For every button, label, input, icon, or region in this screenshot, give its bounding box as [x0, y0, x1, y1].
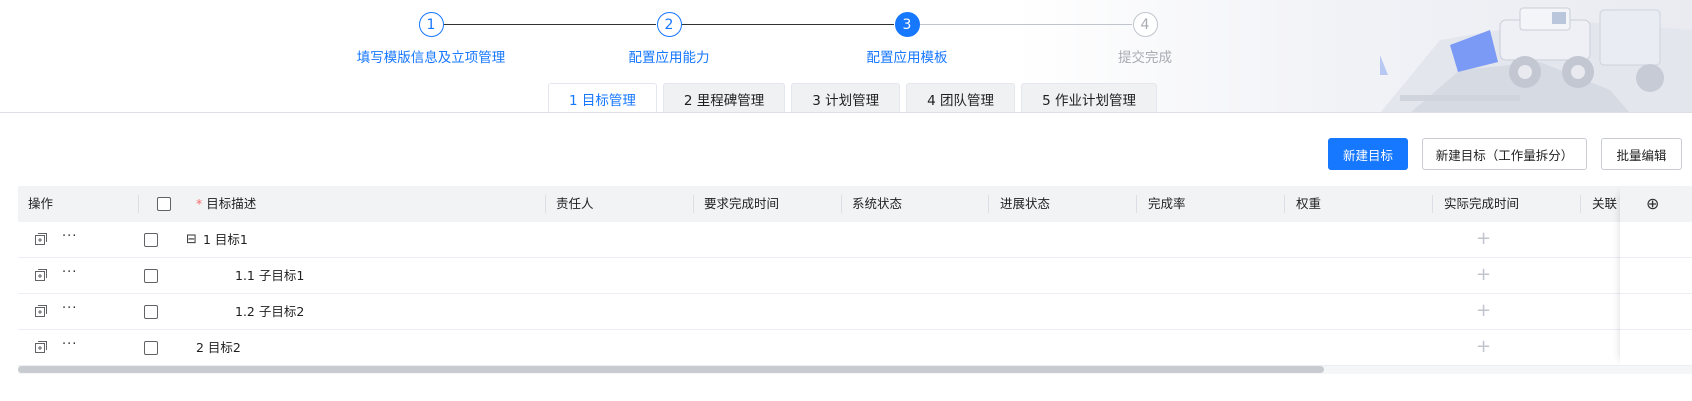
add-child-icon[interactable]: [34, 268, 48, 282]
header-desc-label: 目标描述: [206, 196, 257, 211]
column-divider: [545, 195, 546, 213]
horizontal-scrollbar-thumb[interactable]: [18, 366, 1324, 373]
row-checkbox[interactable]: [144, 269, 158, 283]
target-description: 1.1 子目标1: [235, 268, 305, 283]
add-related-icon[interactable]: +: [1476, 302, 1491, 320]
header-progress-status: 进展状态: [1000, 196, 1051, 211]
header-due: 要求完成时间: [704, 196, 780, 211]
target-description: 1.2 子目标2: [235, 304, 305, 319]
header-system-status: 系统状态: [852, 196, 903, 211]
step-4[interactable]: 4 提交完成: [1065, 12, 1225, 66]
target-description: 2 目标2: [196, 340, 241, 355]
more-actions-icon[interactable]: ···: [62, 338, 77, 352]
add-child-icon[interactable]: [34, 304, 48, 318]
table-header: 操作 * 目标描述 责任人 要求完成时间 系统状态 进展状态 完成率 权重 实际完…: [18, 186, 1692, 222]
more-actions-icon[interactable]: ···: [62, 266, 77, 280]
table-row: ··· 1.2 子目标2 +: [18, 294, 1692, 330]
add-child-icon[interactable]: [34, 232, 48, 246]
wizard-header: 1 填写模版信息及立项管理 2 配置应用能力 3 配置应用模板 4 提交完成 1…: [0, 0, 1692, 113]
tab-plan-management[interactable]: 3 计划管理: [791, 83, 901, 112]
tab-milestone-management[interactable]: 2 里程碑管理: [662, 83, 786, 112]
construction-vehicle-illustration: [1380, 7, 1692, 112]
step-1-title: 填写模版信息及立项管理: [356, 50, 506, 66]
batch-edit-button[interactable]: 批量编辑: [1601, 138, 1682, 170]
step-3[interactable]: 3 配置应用模板: [827, 12, 987, 66]
collapse-icon[interactable]: ⊟: [186, 222, 197, 258]
table-row: ··· 1.1 子目标1 +: [18, 258, 1692, 294]
tab-target-management[interactable]: 1 目标管理: [548, 83, 657, 112]
fixed-column-shadow: [1620, 186, 1692, 366]
select-all-checkbox[interactable]: [157, 197, 171, 211]
header-actual-finish: 实际完成时间: [1444, 196, 1520, 211]
step-4-title: 提交完成: [1118, 50, 1172, 66]
new-target-split-button[interactable]: 新建目标（工作量拆分）: [1422, 138, 1587, 170]
header-completion: 完成率: [1148, 196, 1186, 211]
tab-work-plan-management[interactable]: 5 作业计划管理: [1021, 83, 1157, 112]
column-divider: [138, 195, 139, 213]
row-checkbox[interactable]: [144, 305, 158, 319]
add-related-icon[interactable]: +: [1476, 266, 1491, 284]
step-3-title: 配置应用模板: [866, 50, 948, 66]
header-desc: * 目标描述: [196, 186, 256, 222]
header-ops: 操作: [28, 196, 54, 211]
step-2-number: 2: [656, 12, 682, 37]
step-1[interactable]: 1 填写模版信息及立项管理: [351, 12, 511, 66]
table-row: ··· 2 目标2 +: [18, 330, 1692, 366]
step-1-number: 1: [418, 12, 444, 37]
column-divider: [988, 195, 989, 213]
more-actions-icon[interactable]: ···: [62, 302, 77, 316]
step-4-number: 4: [1132, 12, 1158, 37]
column-divider: [841, 195, 842, 213]
column-divider: [1580, 195, 1581, 213]
column-divider: [1432, 195, 1433, 213]
more-actions-icon[interactable]: ···: [62, 230, 77, 244]
step-3-number: 3: [894, 12, 920, 37]
module-tabs: 1 目标管理 2 里程碑管理 3 计划管理 4 团队管理 5 作业计划管理: [548, 83, 1163, 112]
add-related-icon[interactable]: +: [1476, 230, 1491, 248]
add-related-icon[interactable]: +: [1476, 338, 1491, 356]
column-divider: [1284, 195, 1285, 213]
table-row: ··· ⊟ 1 目标1 +: [18, 222, 1692, 258]
header-related: 关联: [1592, 196, 1618, 211]
column-divider: [693, 195, 694, 213]
add-child-icon[interactable]: [34, 340, 48, 354]
header-weight: 权重: [1296, 196, 1322, 211]
column-divider: [1136, 195, 1137, 213]
header-owner: 责任人: [556, 196, 594, 211]
tab-team-management[interactable]: 4 团队管理: [906, 83, 1016, 112]
step-2[interactable]: 2 配置应用能力: [589, 12, 749, 66]
new-target-button[interactable]: 新建目标: [1328, 138, 1408, 170]
row-checkbox[interactable]: [144, 341, 158, 355]
step-2-title: 配置应用能力: [628, 50, 710, 66]
row-checkbox[interactable]: [144, 233, 158, 247]
target-description: 1 目标1: [203, 232, 248, 247]
required-mark: *: [196, 196, 203, 211]
